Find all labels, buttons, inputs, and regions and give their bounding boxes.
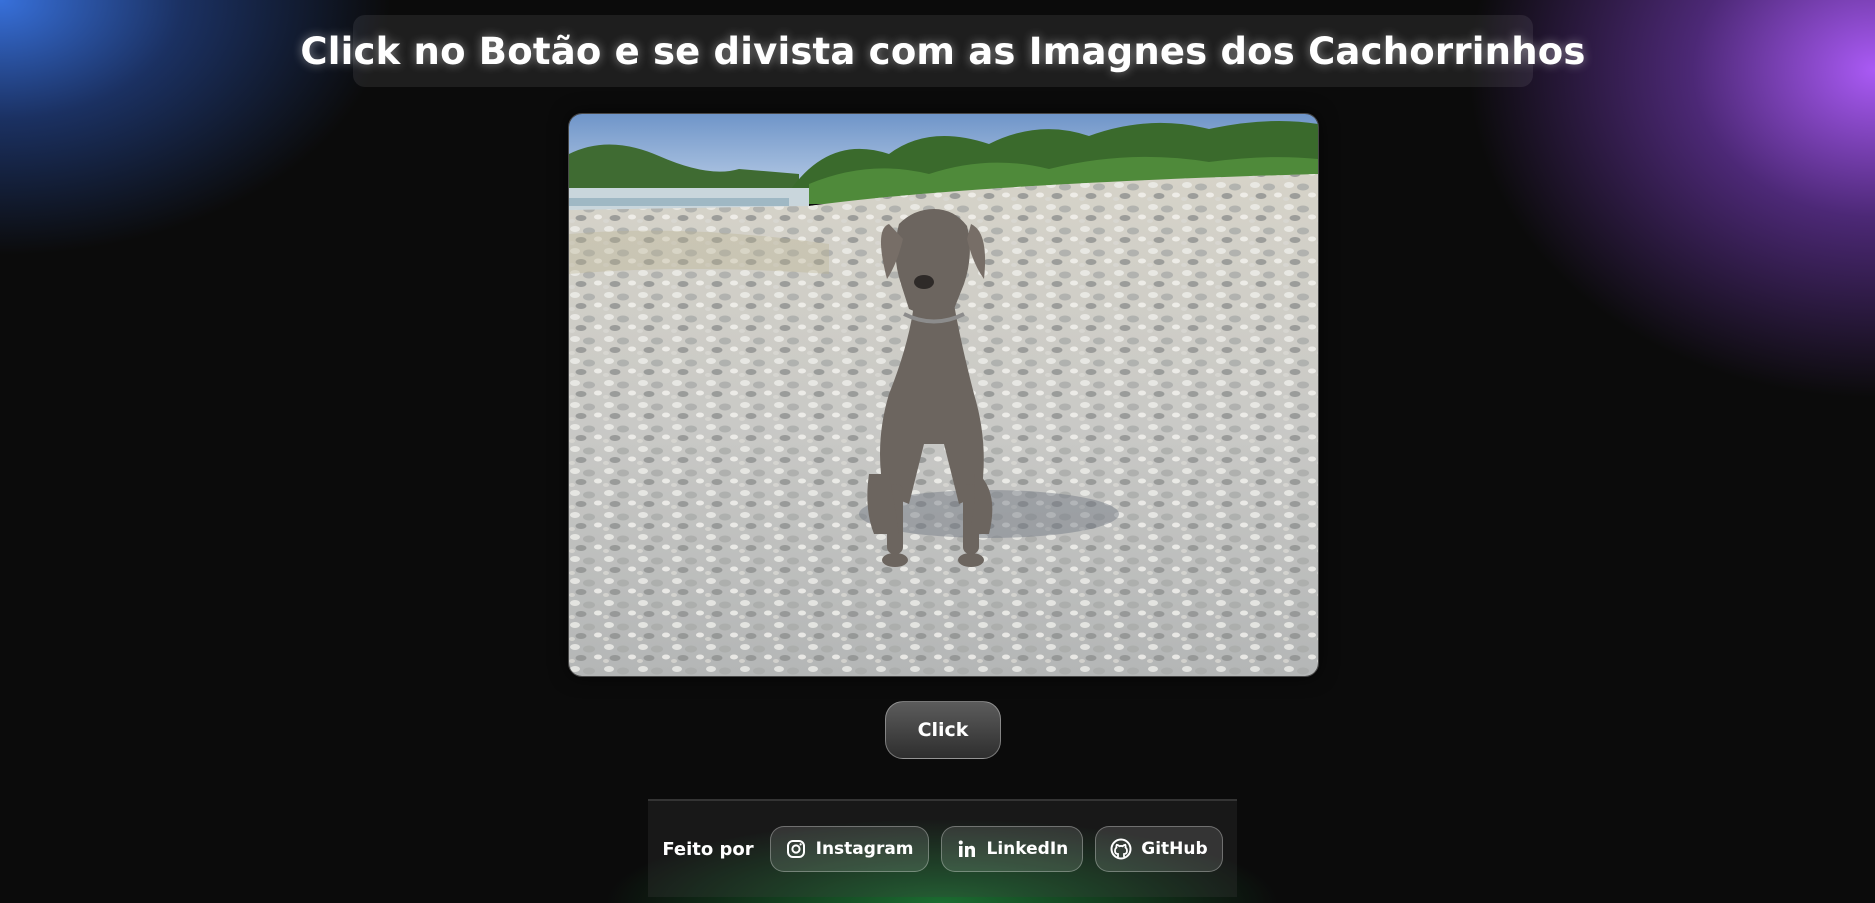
linkedin-label: LinkedIn: [986, 839, 1069, 859]
instagram-label: Instagram: [815, 839, 914, 859]
page-title: Click no Botão e se divista com as Imagn…: [300, 29, 1586, 73]
instagram-icon: [785, 838, 807, 860]
footer: Feito por Instagram LinkedIn GitHub: [648, 799, 1237, 897]
title-banner: Click no Botão e se divista com as Imagn…: [300, 15, 1585, 87]
github-icon: [1110, 838, 1132, 860]
github-label: GitHub: [1141, 839, 1208, 859]
linkedin-link[interactable]: LinkedIn: [940, 826, 1084, 872]
footer-label: Feito por: [662, 838, 754, 860]
instagram-link[interactable]: Instagram: [769, 826, 929, 872]
linkedin-icon: [956, 838, 978, 860]
click-button[interactable]: Click: [885, 701, 1001, 759]
page: Click no Botão e se divista com as Imagn…: [0, 0, 1875, 903]
dog-image: [568, 113, 1319, 677]
github-link[interactable]: GitHub: [1095, 826, 1223, 872]
